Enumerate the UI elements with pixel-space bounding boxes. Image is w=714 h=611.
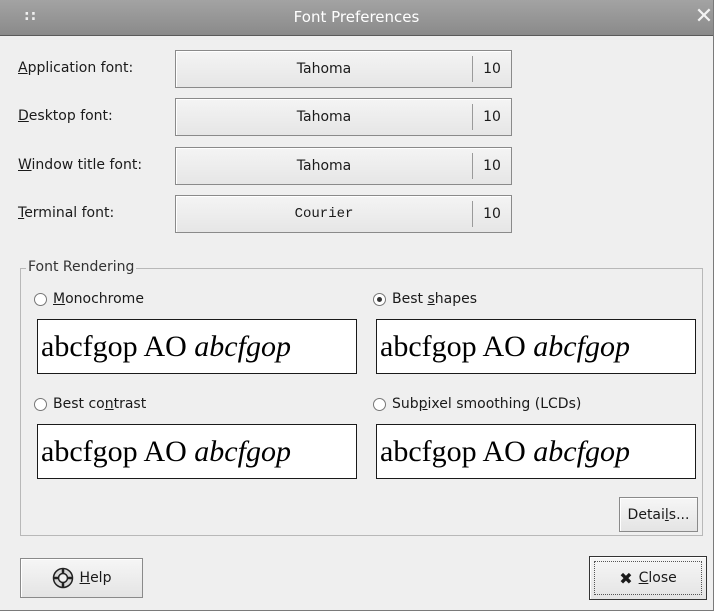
details-button[interactable]: Detai l s... [619, 497, 698, 532]
help-button[interactable]: Help [20, 558, 143, 598]
monochrome-radio[interactable]: Monochrome [34, 291, 144, 307]
help-lifebuoy-icon [52, 567, 73, 589]
title-bar[interactable]: :: Font Preferences ✕ [0, 0, 713, 36]
window-title-font-size: 10 [483, 158, 501, 174]
desktop-font-family: Tahoma [296, 109, 352, 125]
help-label: Help [79, 570, 112, 586]
application-font-family: Tahoma [296, 61, 352, 77]
window-title-font-button[interactable]: Tahoma 10 [175, 147, 512, 185]
monochrome-label: Monochrome [53, 291, 144, 307]
desktop-font-label: Desktop font: [18, 108, 113, 124]
radio-selected-icon [373, 292, 386, 306]
terminal-font-family: Courier [294, 206, 354, 222]
terminal-font-label: Terminal font: [18, 205, 115, 221]
best-contrast-label: Best contrast [53, 396, 147, 412]
best-contrast-radio[interactable]: Best contrast [34, 396, 146, 412]
terminal-font-button[interactable]: Courier 10 [175, 195, 512, 233]
close-window-icon[interactable]: ✕ [693, 4, 714, 30]
radio-indicator-icon [34, 292, 47, 306]
terminal-font-size: 10 [483, 206, 501, 222]
best-shapes-radio[interactable]: Best shapes [373, 291, 477, 307]
radio-indicator-icon [373, 397, 386, 411]
window-title-font-label: Window title font: [18, 157, 143, 173]
window-title: Font Preferences [293, 8, 420, 26]
monochrome-sample[interactable]: abcfgop AO abcfgop [37, 319, 357, 374]
subpixel-smoothing-radio[interactable]: Subpixel smoothing (LCDs) [373, 396, 581, 412]
best-shapes-label: Best shapes [392, 291, 477, 307]
window-title-font-family: Tahoma [296, 158, 352, 174]
radio-indicator-icon [34, 397, 47, 411]
font-rendering-title: Font Rendering [26, 259, 137, 275]
best-shapes-sample[interactable]: abcfgop AO abcfgop [376, 319, 696, 374]
subpixel-smoothing-label: Subpixel smoothing (LCDs) [392, 396, 582, 412]
application-font-label: Application font: [18, 60, 134, 76]
subpixel-smoothing-sample[interactable]: abcfgop AO abcfgop [376, 424, 696, 479]
close-label: Close [638, 570, 677, 586]
font-preferences-window: :: Font Preferences ✕ Application font: … [0, 0, 714, 611]
application-font-button[interactable]: Tahoma 10 [175, 50, 512, 88]
best-contrast-sample[interactable]: abcfgop AO abcfgop [37, 424, 357, 479]
desktop-font-size: 10 [483, 109, 501, 125]
application-font-size: 10 [483, 61, 501, 77]
close-x-icon: ✖ [619, 568, 633, 588]
close-button[interactable]: ✖ Close [589, 556, 707, 600]
desktop-font-button[interactable]: Tahoma 10 [175, 98, 512, 136]
